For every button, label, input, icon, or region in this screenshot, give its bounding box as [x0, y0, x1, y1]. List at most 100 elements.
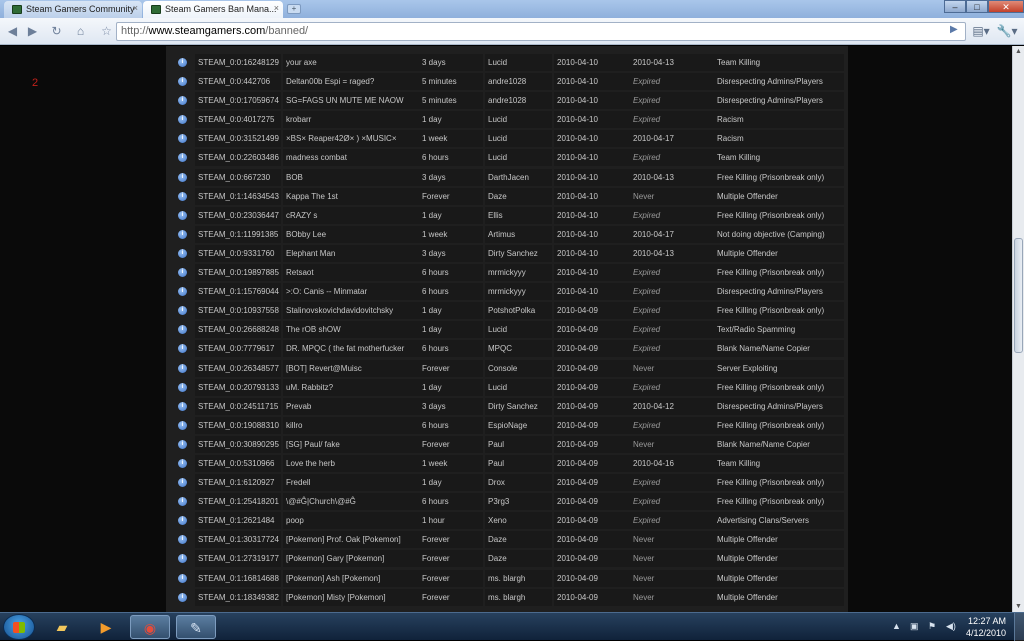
player-name-cell[interactable]: >:O: Canis -- Minmatar [283, 283, 419, 301]
player-name-cell[interactable]: ×BS× Reaper42Ø× ) ×MUSIC× [283, 130, 419, 148]
steam-id-cell[interactable]: STEAM_0:1:30317724 [195, 531, 281, 549]
steam-id-cell[interactable]: STEAM_0:1:18349382 [195, 588, 281, 606]
steam-id-cell[interactable]: STEAM_0:0:24511715 [195, 397, 281, 415]
player-name-cell[interactable]: [Pokemon] Prof. Oak [Pokemon] [283, 531, 419, 549]
steam-id-cell[interactable]: STEAM_0:0:10937558 [195, 302, 281, 320]
info-button[interactable]: i [174, 474, 192, 491]
steam-id-cell[interactable]: STEAM_0:1:15769044 [195, 283, 281, 301]
steam-id-cell[interactable]: STEAM_0:0:31521499 [195, 130, 281, 148]
steam-id-cell[interactable]: STEAM_0:1:14634543 [195, 187, 281, 205]
close-tab-icon[interactable]: × [133, 3, 138, 13]
volume-icon[interactable]: ◀) [946, 621, 956, 632]
info-button[interactable]: i [174, 188, 192, 205]
steam-id-cell[interactable]: STEAM_0:1:25418201 [195, 493, 281, 511]
media-player-icon[interactable]: ▶ [86, 615, 126, 639]
info-button[interactable]: i [174, 130, 192, 147]
info-button[interactable]: i [174, 226, 192, 243]
steam-id-cell[interactable]: STEAM_0:0:23036447 [195, 206, 281, 224]
player-name-cell[interactable]: Deltan00b Espi = raged? [283, 73, 419, 91]
clock-date[interactable]: 4/12/2010 [966, 628, 1006, 638]
info-button[interactable]: i [174, 111, 192, 128]
action-center-flag-icon[interactable]: ⚑ [928, 621, 936, 632]
info-button[interactable]: i [174, 512, 192, 529]
info-button[interactable]: i [174, 360, 192, 377]
player-name-cell[interactable]: BOB [283, 168, 419, 186]
info-button[interactable]: i [174, 570, 192, 587]
minimize-button[interactable]: – [944, 0, 966, 13]
info-button[interactable]: i [174, 340, 192, 357]
reload-icon[interactable]: ↻ [48, 23, 65, 40]
steam-id-cell[interactable]: STEAM_0:0:16248129 [195, 54, 281, 71]
close-tab-icon[interactable]: × [274, 3, 279, 13]
clock-time[interactable]: 12:27 AM [968, 616, 1006, 626]
player-name-cell[interactable]: killro [283, 416, 419, 434]
player-name-cell[interactable]: madness combat [283, 149, 419, 167]
show-hidden-icons-icon[interactable]: ▲ [892, 621, 901, 631]
player-name-cell[interactable]: Prevab [283, 397, 419, 415]
scrollbar-thumb[interactable] [1014, 238, 1023, 353]
scroll-down-arrow-icon[interactable]: ▼ [1015, 603, 1022, 610]
close-window-button[interactable]: ✕ [988, 0, 1024, 13]
player-name-cell[interactable]: [Pokemon] Gary [Pokemon] [283, 550, 419, 568]
steam-id-cell[interactable]: STEAM_0:0:7779617 [195, 340, 281, 358]
player-name-cell[interactable]: uM. Rabbitz? [283, 378, 419, 396]
info-button[interactable]: i [174, 245, 192, 262]
player-name-cell[interactable]: poop [283, 512, 419, 530]
address-bar[interactable]: http://www.steamgamers.com/banned/ [116, 22, 966, 41]
show-desktop-button[interactable] [1014, 613, 1024, 641]
maximize-button[interactable]: □ [966, 0, 988, 13]
info-button[interactable]: i [174, 589, 192, 606]
new-tab-button[interactable]: + [287, 4, 301, 14]
page-number[interactable]: 2 [32, 77, 38, 89]
explorer-folder-icon[interactable]: ▰ [42, 615, 82, 639]
info-button[interactable]: i [174, 455, 192, 472]
player-name-cell[interactable]: Retsaot [283, 264, 419, 282]
player-name-cell[interactable]: Elephant Man [283, 244, 419, 262]
player-name-cell[interactable]: [SG] Paul/ fake [283, 435, 419, 453]
player-name-cell[interactable]: [Pokemon] Misty [Pokemon] [283, 588, 419, 606]
info-button[interactable]: i [174, 54, 192, 71]
steam-id-cell[interactable]: STEAM_0:0:17059674 [195, 92, 281, 110]
info-button[interactable]: i [174, 436, 192, 453]
player-name-cell[interactable]: cRAZY s [283, 206, 419, 224]
info-button[interactable]: i [174, 493, 192, 510]
player-name-cell[interactable]: your axe [283, 54, 419, 71]
info-button[interactable]: i [174, 531, 192, 548]
page-menu-icon[interactable]: ▤▾ [970, 23, 992, 40]
chrome-icon[interactable]: ◉ [130, 615, 170, 639]
bookmark-star-icon[interactable]: ☆ [98, 23, 115, 40]
steam-id-cell[interactable]: STEAM_0:0:20793133 [195, 378, 281, 396]
player-name-cell[interactable]: \@#Ĝ|Church\@#Ĝ [283, 493, 419, 511]
player-name-cell[interactable]: The rOB shOW [283, 321, 419, 339]
info-button[interactable]: i [174, 417, 192, 434]
player-name-cell[interactable]: Kappa The 1st [283, 187, 419, 205]
info-button[interactable]: i [174, 73, 192, 90]
player-name-cell[interactable]: Stalinovskovichdavidovitchsky [283, 302, 419, 320]
network-icon[interactable]: ▣ [910, 621, 919, 632]
vertical-scrollbar[interactable]: ▲ ▼ [1012, 46, 1024, 612]
scroll-up-arrow-icon[interactable]: ▲ [1015, 48, 1022, 55]
go-arrow-icon[interactable]: ▶ [950, 24, 958, 35]
steam-id-cell[interactable]: STEAM_0:0:26688248 [195, 321, 281, 339]
info-button[interactable]: i [174, 379, 192, 396]
steam-id-cell[interactable]: STEAM_0:1:27319177 [195, 550, 281, 568]
steam-id-cell[interactable]: STEAM_0:0:442706 [195, 73, 281, 91]
back-arrow-icon[interactable]: ◀ [4, 23, 21, 40]
tab-ban-manager[interactable]: Steam Gamers Ban Mana... × [143, 1, 283, 18]
info-button[interactable]: i [174, 169, 192, 186]
steam-id-cell[interactable]: STEAM_0:0:26348577 [195, 359, 281, 377]
paint-icon[interactable]: ✎ [176, 615, 216, 639]
start-button[interactable] [3, 614, 35, 640]
player-name-cell[interactable]: [BOT] Revert@Muisc [283, 359, 419, 377]
player-name-cell[interactable]: SG=FAGS UN MUTE ME NAOW [283, 92, 419, 110]
player-name-cell[interactable]: Fredell [283, 474, 419, 492]
steam-id-cell[interactable]: STEAM_0:0:22603486 [195, 149, 281, 167]
player-name-cell[interactable]: [Pokemon] Ash [Pokemon] [283, 569, 419, 587]
wrench-menu-icon[interactable]: 🔧▾ [996, 23, 1018, 40]
steam-id-cell[interactable]: STEAM_0:1:6120927 [195, 474, 281, 492]
info-button[interactable]: i [174, 302, 192, 319]
steam-id-cell[interactable]: STEAM_0:0:30890295 [195, 435, 281, 453]
player-name-cell[interactable]: krobarr [283, 111, 419, 129]
steam-id-cell[interactable]: STEAM_0:0:5310966 [195, 454, 281, 472]
info-button[interactable]: i [174, 550, 192, 567]
